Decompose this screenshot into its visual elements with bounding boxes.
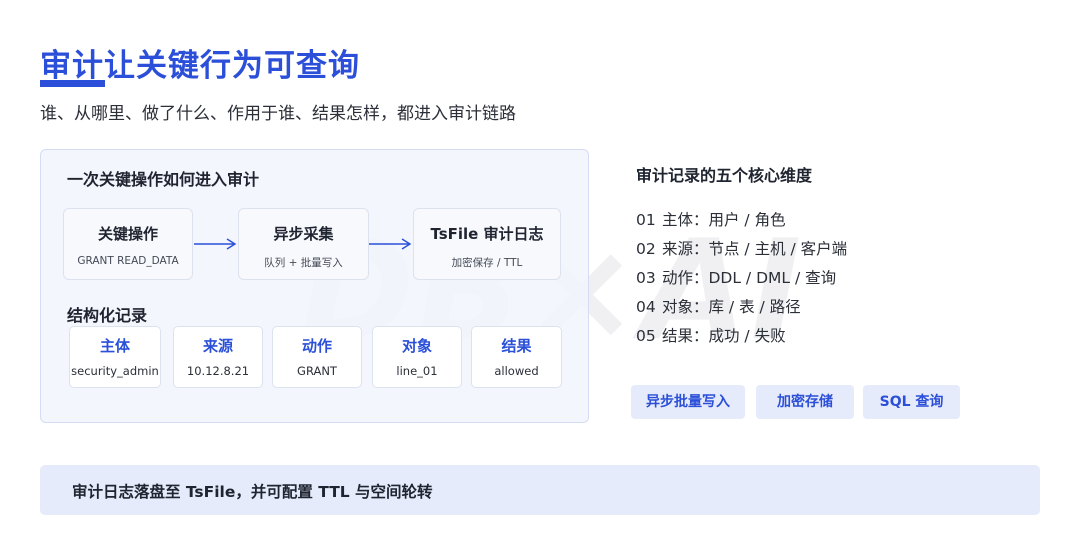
item-text: 来源：节点 / 主机 / 客户端 [662,240,848,258]
step-name: TsFile 审计日志 [430,225,544,243]
field-subject: 主体 security_admin [69,326,161,388]
flow-arrow-icon [369,238,412,250]
list-item: 01 主体：用户 / 角色 [636,206,847,235]
step-detail: 队列 + 批量写入 [264,257,343,269]
field-value: line_01 [396,364,438,378]
dimensions-title: 审计记录的五个核心维度 [636,166,813,185]
step-name: 关键操作 [97,225,158,243]
tag-sql-query: SQL 查询 [863,385,960,419]
tag-async-batch-write: 异步批量写入 [631,385,745,419]
item-number: 02 [636,240,656,258]
audit-flow-panel: 一次关键操作如何进入审计 关键操作 GRANT READ_DATA 异步采集 队… [40,149,589,423]
field-source: 来源 10.12.8.21 [173,326,263,388]
list-item: 03 动作：DDL / DML / 查询 [636,264,847,293]
page-title: 审计让关键行为可查询 [40,48,360,84]
step-detail: GRANT READ_DATA [77,255,179,267]
record-title: 结构化记录 [67,306,148,325]
footer-banner: 审计日志落盘至 TsFile，并可配置 TTL 与空间轮转 [40,465,1040,515]
page-subtitle: 谁、从哪里、做了什么、作用于谁、结果怎样，都进入审计链路 [40,104,516,124]
field-name: 来源 [202,337,233,355]
field-value: GRANT [297,364,337,378]
item-number: 05 [636,327,656,345]
field-name: 结果 [501,337,532,355]
step-name: 异步采集 [273,225,334,243]
step-detail: 加密保存 / TTL [451,257,523,269]
item-number: 04 [636,298,656,316]
item-text: 结果：成功 / 失败 [662,327,786,345]
field-object: 对象 line_01 [372,326,462,388]
field-action: 动作 GRANT [272,326,362,388]
list-item: 02 来源：节点 / 主机 / 客户端 [636,235,847,264]
step-key-operation: 关键操作 GRANT READ_DATA [63,208,193,280]
field-value: allowed [494,364,539,378]
step-tsfile-audit-log: TsFile 审计日志 加密保存 / TTL [413,208,561,280]
list-item: 04 对象：库 / 表 / 路径 [636,293,847,322]
item-text: 动作：DDL / DML / 查询 [662,269,837,287]
flow-title: 一次关键操作如何进入审计 [67,170,260,189]
flow-arrow-icon [194,238,237,250]
title-underline [40,80,105,87]
tag-encrypted-storage: 加密存储 [756,385,854,419]
item-text: 主体：用户 / 角色 [662,211,786,229]
item-number: 03 [636,269,656,287]
field-value: 10.12.8.21 [186,364,250,378]
item-number: 01 [636,211,656,229]
field-name: 对象 [401,337,432,355]
field-result: 结果 allowed [471,326,562,388]
footer-text: 审计日志落盘至 TsFile，并可配置 TTL 与空间轮转 [72,483,433,501]
field-name: 主体 [99,337,130,355]
field-name: 动作 [301,337,332,355]
step-async-collect: 异步采集 队列 + 批量写入 [238,208,369,280]
list-item: 05 结果：成功 / 失败 [636,322,847,351]
dimensions-list: 01 主体：用户 / 角色 02 来源：节点 / 主机 / 客户端 03 动作：DDL… [636,206,847,351]
item-text: 对象：库 / 表 / 路径 [662,298,801,316]
field-value: security_admin [71,364,159,378]
